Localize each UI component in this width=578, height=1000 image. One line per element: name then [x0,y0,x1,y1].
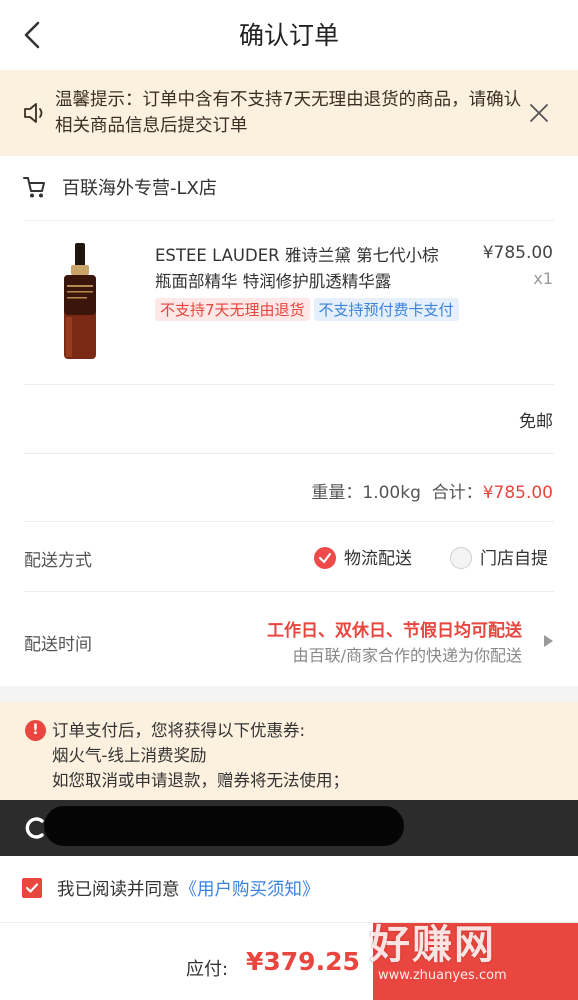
chevron-right-icon[interactable] [544,635,553,647]
redacted-bar [0,800,578,856]
coupon-line: 烟火气-线上消费奖励 [52,746,207,765]
coupon-line: 订单支付后，您将获得以下优惠券: [52,721,306,740]
option-store-pickup-label: 门店自提 [480,549,548,569]
cart-icon [23,177,45,198]
product-tags: 不支持7天无理由退货 不支持预付费卡支付 [155,298,463,321]
delivery-method-label: 配送方式 [24,551,92,571]
delivery-time-secondary: 由百联/商家合作的快递为你配送 [292,646,522,665]
total-amount: ¥785.00 [482,483,553,503]
weight-value: 1.00kg [362,483,421,503]
coupon-text: 订单支付后，您将获得以下优惠券: 烟火气-线上消费奖励 如您取消或申请退款，赠券… [52,718,349,793]
weight-label: 重量： [311,483,363,503]
coupon-notice: ! 订单支付后，您将获得以下优惠券: 烟火气-线上消费奖励 如您取消或申请退款，… [0,702,578,800]
delivery-time-label: 配送时间 [24,635,92,655]
product-item[interactable]: ESTEE LAUDER 雅诗兰黛 第七代小棕瓶面部精华 特润修护肌透精华露 ¥… [0,221,578,383]
agreement-label: 我已阅读并同意 [57,880,180,900]
coupon-line: 如您取消或申请退款，赠券将无法使用； [52,771,349,790]
notice-text: 温馨提示：订单中含有不支持7天无理由退货的商品，请确认相关商品信息后提交订单 [55,90,522,136]
order-summary: 重量：1.00kg 合计：¥785.00 [311,478,553,503]
checkbox-checked-icon[interactable] [22,878,42,898]
speaker-icon [24,103,43,123]
radio-checked-icon[interactable] [314,547,336,569]
close-icon[interactable] [528,102,550,124]
shipping-fee: 免邮 [519,412,553,432]
total-label: 合计： [431,483,483,503]
product-quantity: x1 [533,269,553,288]
option-store-pickup[interactable]: 门店自提 [450,544,548,569]
product-image [64,243,96,359]
agreement-text: 我已阅读并同意《用户购买须知》 [57,876,320,901]
store-name: 百联海外专营-LX店 [62,178,217,199]
shipping-fee-row: 免邮 [0,385,578,453]
watermark-url: www.zhuanyes.com [378,968,507,983]
tag-no-return: 不支持7天无理由退货 [155,298,310,321]
tag-no-prepaid: 不支持预付费卡支付 [313,298,459,321]
watermark-logo: 好赚网 [370,922,496,968]
option-logistics-label: 物流配送 [344,549,412,569]
section-gap [0,686,578,702]
product-price: ¥785.00 [482,243,553,263]
page-title: 确认订单 [238,21,339,50]
radio-unchecked-icon[interactable] [450,547,472,569]
delivery-method-row: 配送方式 物流配送 门店自提 [0,522,578,592]
notice-banner: 温馨提示：订单中含有不支持7天无理由退货的商品，请确认相关商品信息后提交订单 [0,70,578,156]
redaction-mark [44,806,404,846]
delivery-time-row[interactable]: 配送时间 工作日、双休日、节假日均可配送 由百联/商家合作的快递为你配送 [0,592,578,686]
delivery-time-primary: 工作日、双休日、节假日均可配送 [267,621,522,641]
warning-icon: ! [25,720,46,741]
payable-amount: ¥379.25 [246,947,360,976]
nav-bar: 确认订单 [0,0,578,70]
option-logistics[interactable]: 物流配送 [314,544,412,569]
payable-label: 应付: [186,959,229,980]
store-row[interactable]: 百联海外专营-LX店 [0,156,578,220]
order-summary-row: 重量：1.00kg 合计：¥785.00 [0,454,578,520]
agreement-link[interactable]: 《用户购买须知》 [180,880,320,900]
product-name: ESTEE LAUDER 雅诗兰黛 第七代小棕瓶面部精华 特润修护肌透精华露 [155,246,439,291]
